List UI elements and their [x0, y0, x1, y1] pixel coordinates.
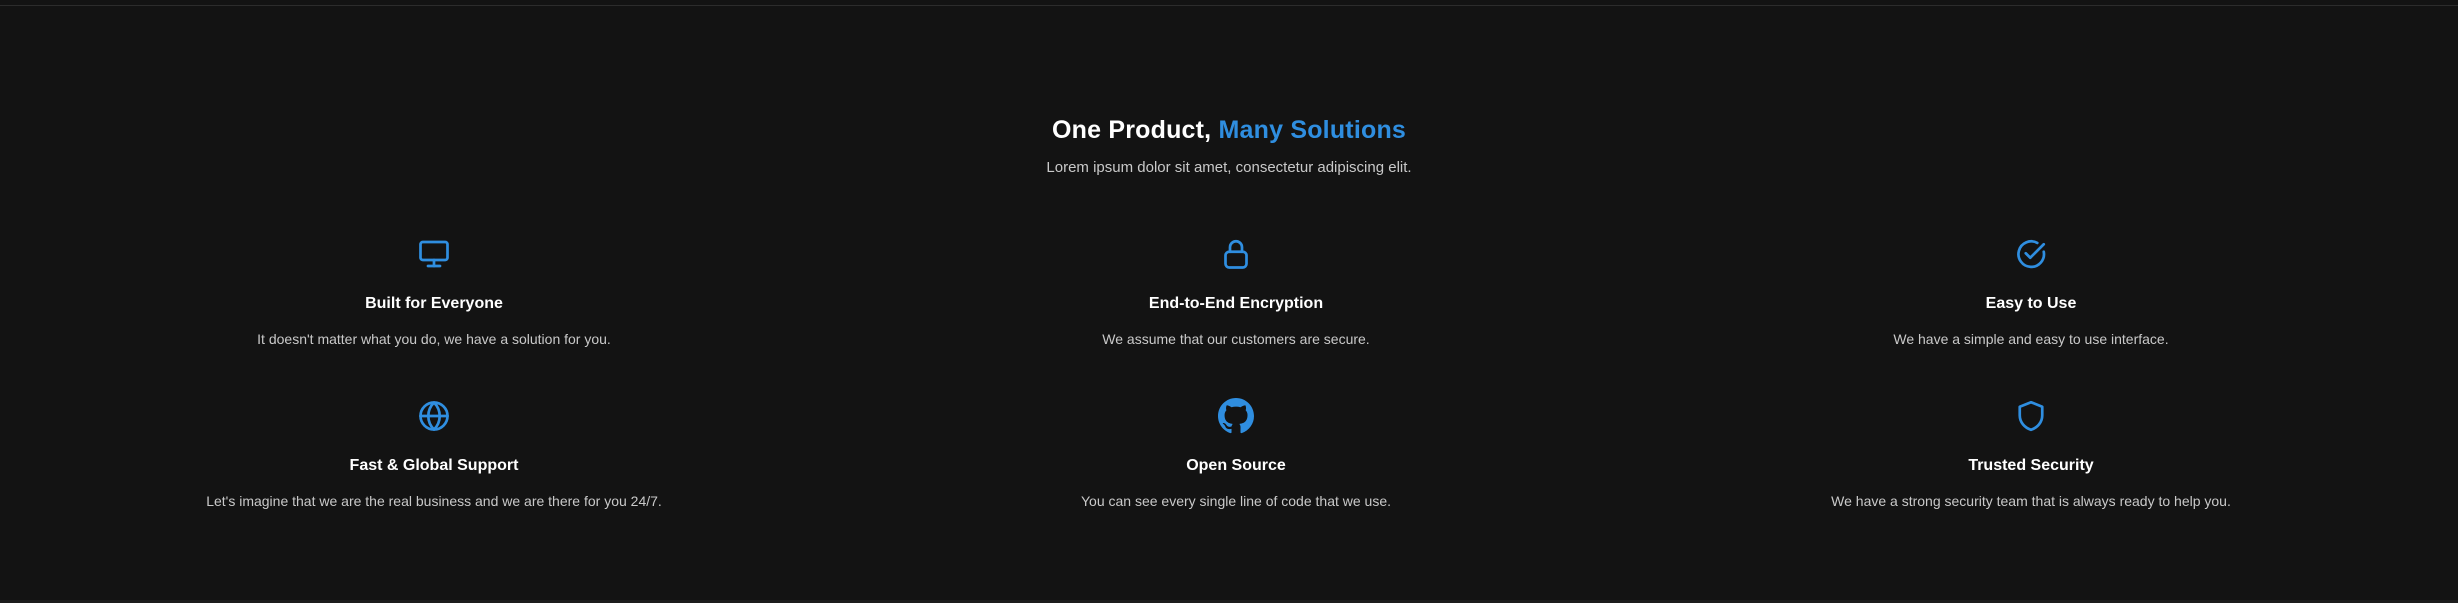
- lock-icon: [1218, 236, 1254, 272]
- feature-description: It doesn't matter what you do, we have a…: [257, 331, 611, 347]
- feature-built-for-everyone: Built for Everyone It doesn't matter wha…: [0, 236, 868, 398]
- section-subtitle: Lorem ipsum dolor sit amet, consectetur …: [1046, 159, 1412, 176]
- feature-title: End-to-End Encryption: [1148, 295, 1324, 312]
- feature-global-support: Fast & Global Support Let's imagine that…: [0, 398, 868, 560]
- feature-title: Trusted Security: [1968, 457, 2094, 474]
- feature-description: We have a simple and easy to use interfa…: [1893, 331, 2169, 347]
- heading-accent: Many Solutions: [1218, 116, 1407, 144]
- features-grid: Built for Everyone It doesn't matter wha…: [0, 236, 2458, 560]
- section-heading: One Product, Many Solutions: [0, 114, 2458, 146]
- github-icon: [1218, 398, 1254, 434]
- top-divider: [0, 5, 2458, 6]
- feature-description: You can see every single line of code th…: [1080, 493, 1392, 509]
- feature-description: We assume that our customers are secure.: [1102, 331, 1370, 347]
- monitor-icon: [416, 236, 452, 272]
- feature-encryption: End-to-End Encryption We assume that our…: [868, 236, 1604, 398]
- feature-description: We have a strong security team that is a…: [1831, 493, 2231, 509]
- features-section: One Product, Many Solutions Lorem ipsum …: [0, 0, 2458, 603]
- check-circle-icon: [2013, 236, 2049, 272]
- feature-easy-to-use: Easy to Use We have a simple and easy to…: [1604, 236, 2458, 398]
- feature-title: Open Source: [1186, 457, 1286, 474]
- feature-title: Easy to Use: [1985, 295, 2077, 312]
- heading-prefix: One Product,: [1051, 116, 1212, 144]
- feature-description: Let's imagine that we are the real busin…: [206, 493, 662, 509]
- shield-icon: [2013, 398, 2049, 434]
- globe-icon: [416, 398, 452, 434]
- feature-trusted-security: Trusted Security We have a strong securi…: [1604, 398, 2458, 560]
- feature-title: Fast & Global Support: [349, 457, 519, 474]
- feature-open-source: Open Source You can see every single lin…: [868, 398, 1604, 560]
- feature-title: Built for Everyone: [365, 295, 503, 312]
